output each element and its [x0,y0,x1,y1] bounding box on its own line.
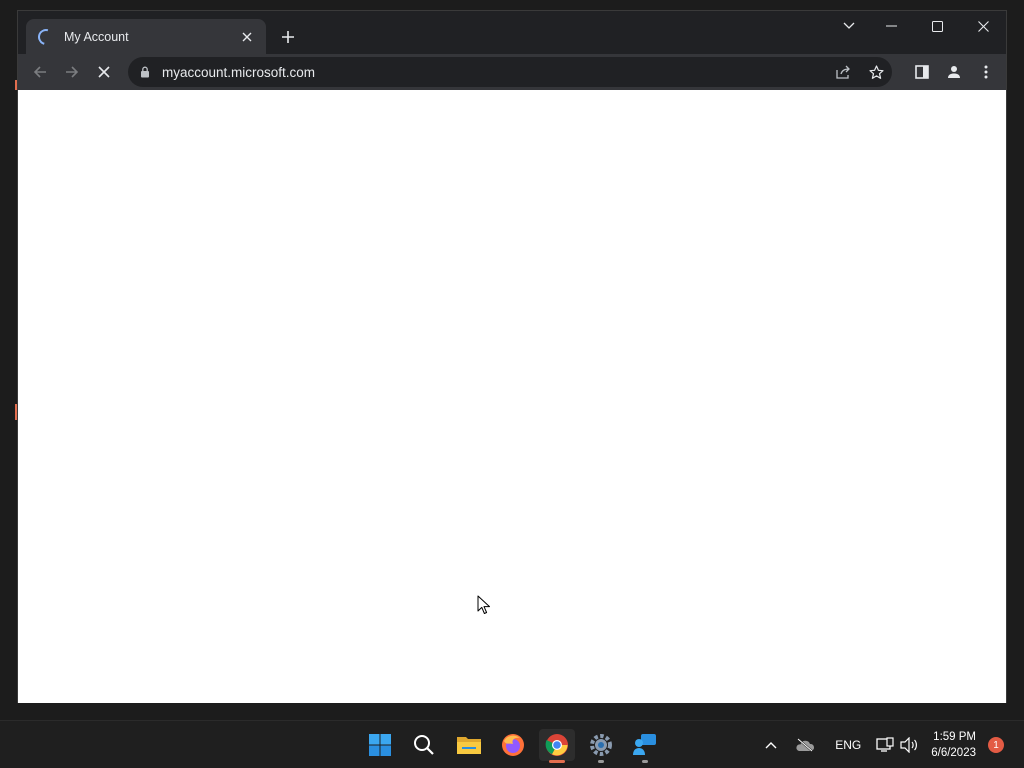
running-app-indicator [642,760,648,763]
loading-spinner-icon [35,25,57,48]
bookmark-star-icon [868,64,884,79]
url-text: myaccount.microsoft.com [162,64,316,80]
windows-logo-icon [369,734,391,756]
stop-loading-icon [98,66,110,78]
network-icon [876,737,894,752]
page-content [18,90,1006,703]
chrome-icon [545,734,568,756]
close-window-button[interactable] [960,11,1006,41]
minimize-button[interactable] [868,11,914,41]
address-bar[interactable]: myaccount.microsoft.com [128,57,892,87]
search-icon [414,735,434,755]
lock-icon[interactable] [140,66,150,78]
share-icon [836,65,850,79]
clock-time: 1:59 PM [933,731,976,743]
browser-window: My Account myaccount.microsoft.com [17,10,1007,703]
taskbar: ENG 1:59 PM 6/6/2023 1 [0,720,1024,768]
system-tray: ENG 1:59 PM 6/6/2023 1 [759,721,1024,768]
close-tab-icon[interactable] [238,28,256,46]
side-panel-icon [915,65,929,79]
show-hidden-icons-button[interactable] [759,741,783,749]
tab-search-icon [843,22,855,29]
running-app-indicator [598,760,604,763]
mouse-pointer-icon [477,595,490,614]
menu-button[interactable] [970,58,1002,86]
side-panel-button[interactable] [906,58,938,86]
settings-button[interactable] [583,729,619,763]
minimize-icon [885,25,897,27]
firefox-button[interactable] [495,729,531,761]
maximize-button[interactable] [914,11,960,41]
back-icon [33,66,46,78]
profile-button[interactable] [938,58,970,86]
onedrive-button[interactable] [789,738,821,752]
close-icon [977,20,989,32]
onedrive-offline-icon [796,738,815,752]
speaker-icon [900,737,918,753]
firefox-icon [502,734,524,756]
active-app-indicator [549,760,565,763]
chat-button[interactable] [627,729,663,763]
browser-toolbar: myaccount.microsoft.com [18,54,1006,90]
tab-strip: My Account [18,11,1006,54]
maximize-icon [931,20,943,32]
plus-icon [282,31,294,43]
clock-date: 6/6/2023 [931,747,976,759]
volume-button[interactable] [897,737,921,753]
tab-search-button[interactable] [830,11,868,41]
search-button[interactable] [406,729,442,761]
notification-badge[interactable]: 1 [988,737,1004,753]
profile-icon [948,66,960,78]
clock[interactable]: 1:59 PM 6/6/2023 [931,729,976,761]
menu-icon [984,65,988,79]
forward-button[interactable] [56,58,88,86]
new-tab-button[interactable] [276,25,300,49]
tab-title: My Account [64,29,129,44]
chevron-up-icon [765,742,777,749]
tab-my-account[interactable]: My Account [26,19,266,54]
file-explorer-button[interactable] [451,729,487,761]
chrome-button[interactable] [539,729,575,763]
network-button[interactable] [873,737,897,753]
start-button[interactable] [362,729,398,761]
bookmark-button[interactable] [860,58,892,86]
forward-icon [66,66,79,78]
share-button[interactable] [828,58,860,86]
folder-icon [457,737,481,754]
back-button[interactable] [24,58,56,86]
chat-icon [633,734,656,755]
stop-loading-button[interactable] [88,58,120,86]
language-indicator[interactable]: ENG [835,738,861,752]
window-controls [830,11,1006,43]
settings-gear-icon [590,734,612,756]
